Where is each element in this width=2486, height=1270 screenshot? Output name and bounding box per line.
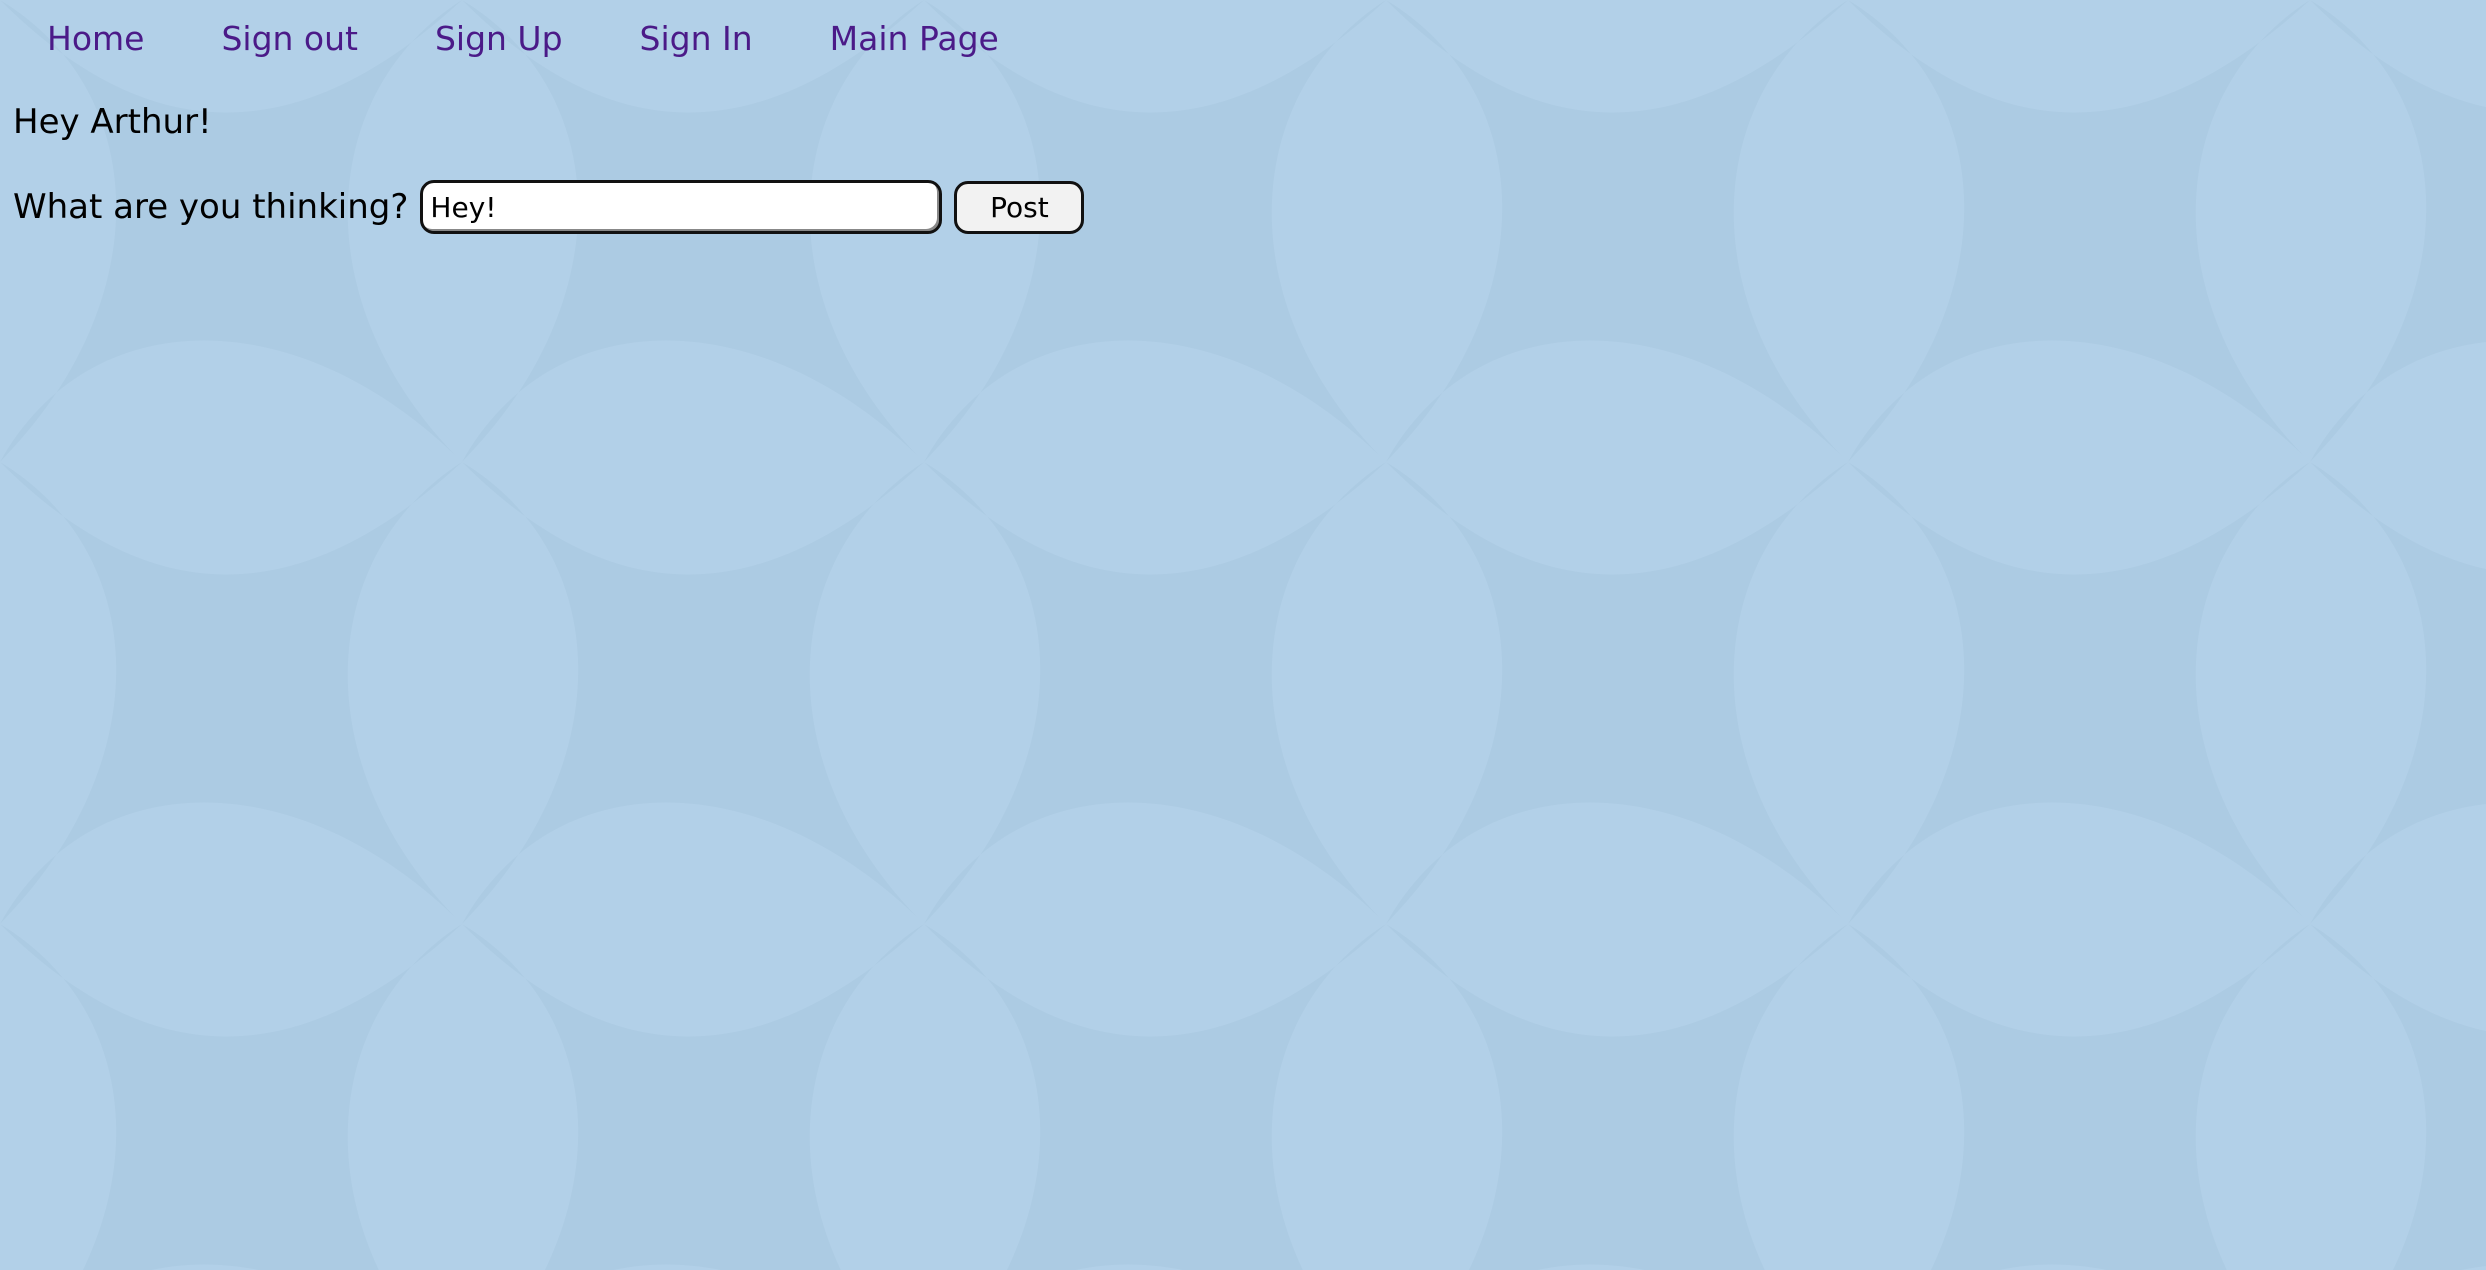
nav-sign-out-link[interactable]: Sign out <box>221 14 358 64</box>
nav-main-page-link[interactable]: Main Page <box>830 14 999 64</box>
top-nav: Home Sign out Sign Up Sign In Main Page <box>47 14 1076 64</box>
greeting-text: Hey Arthur! <box>13 102 212 142</box>
nav-sign-up-link[interactable]: Sign Up <box>435 14 563 64</box>
post-form: What are you thinking? Post <box>13 180 1085 234</box>
post-button[interactable]: Post <box>954 180 1085 234</box>
post-input[interactable] <box>420 180 943 234</box>
nav-sign-in-link[interactable]: Sign In <box>640 14 753 64</box>
nav-home-link[interactable]: Home <box>47 14 144 64</box>
post-prompt-label: What are you thinking? <box>13 187 409 227</box>
